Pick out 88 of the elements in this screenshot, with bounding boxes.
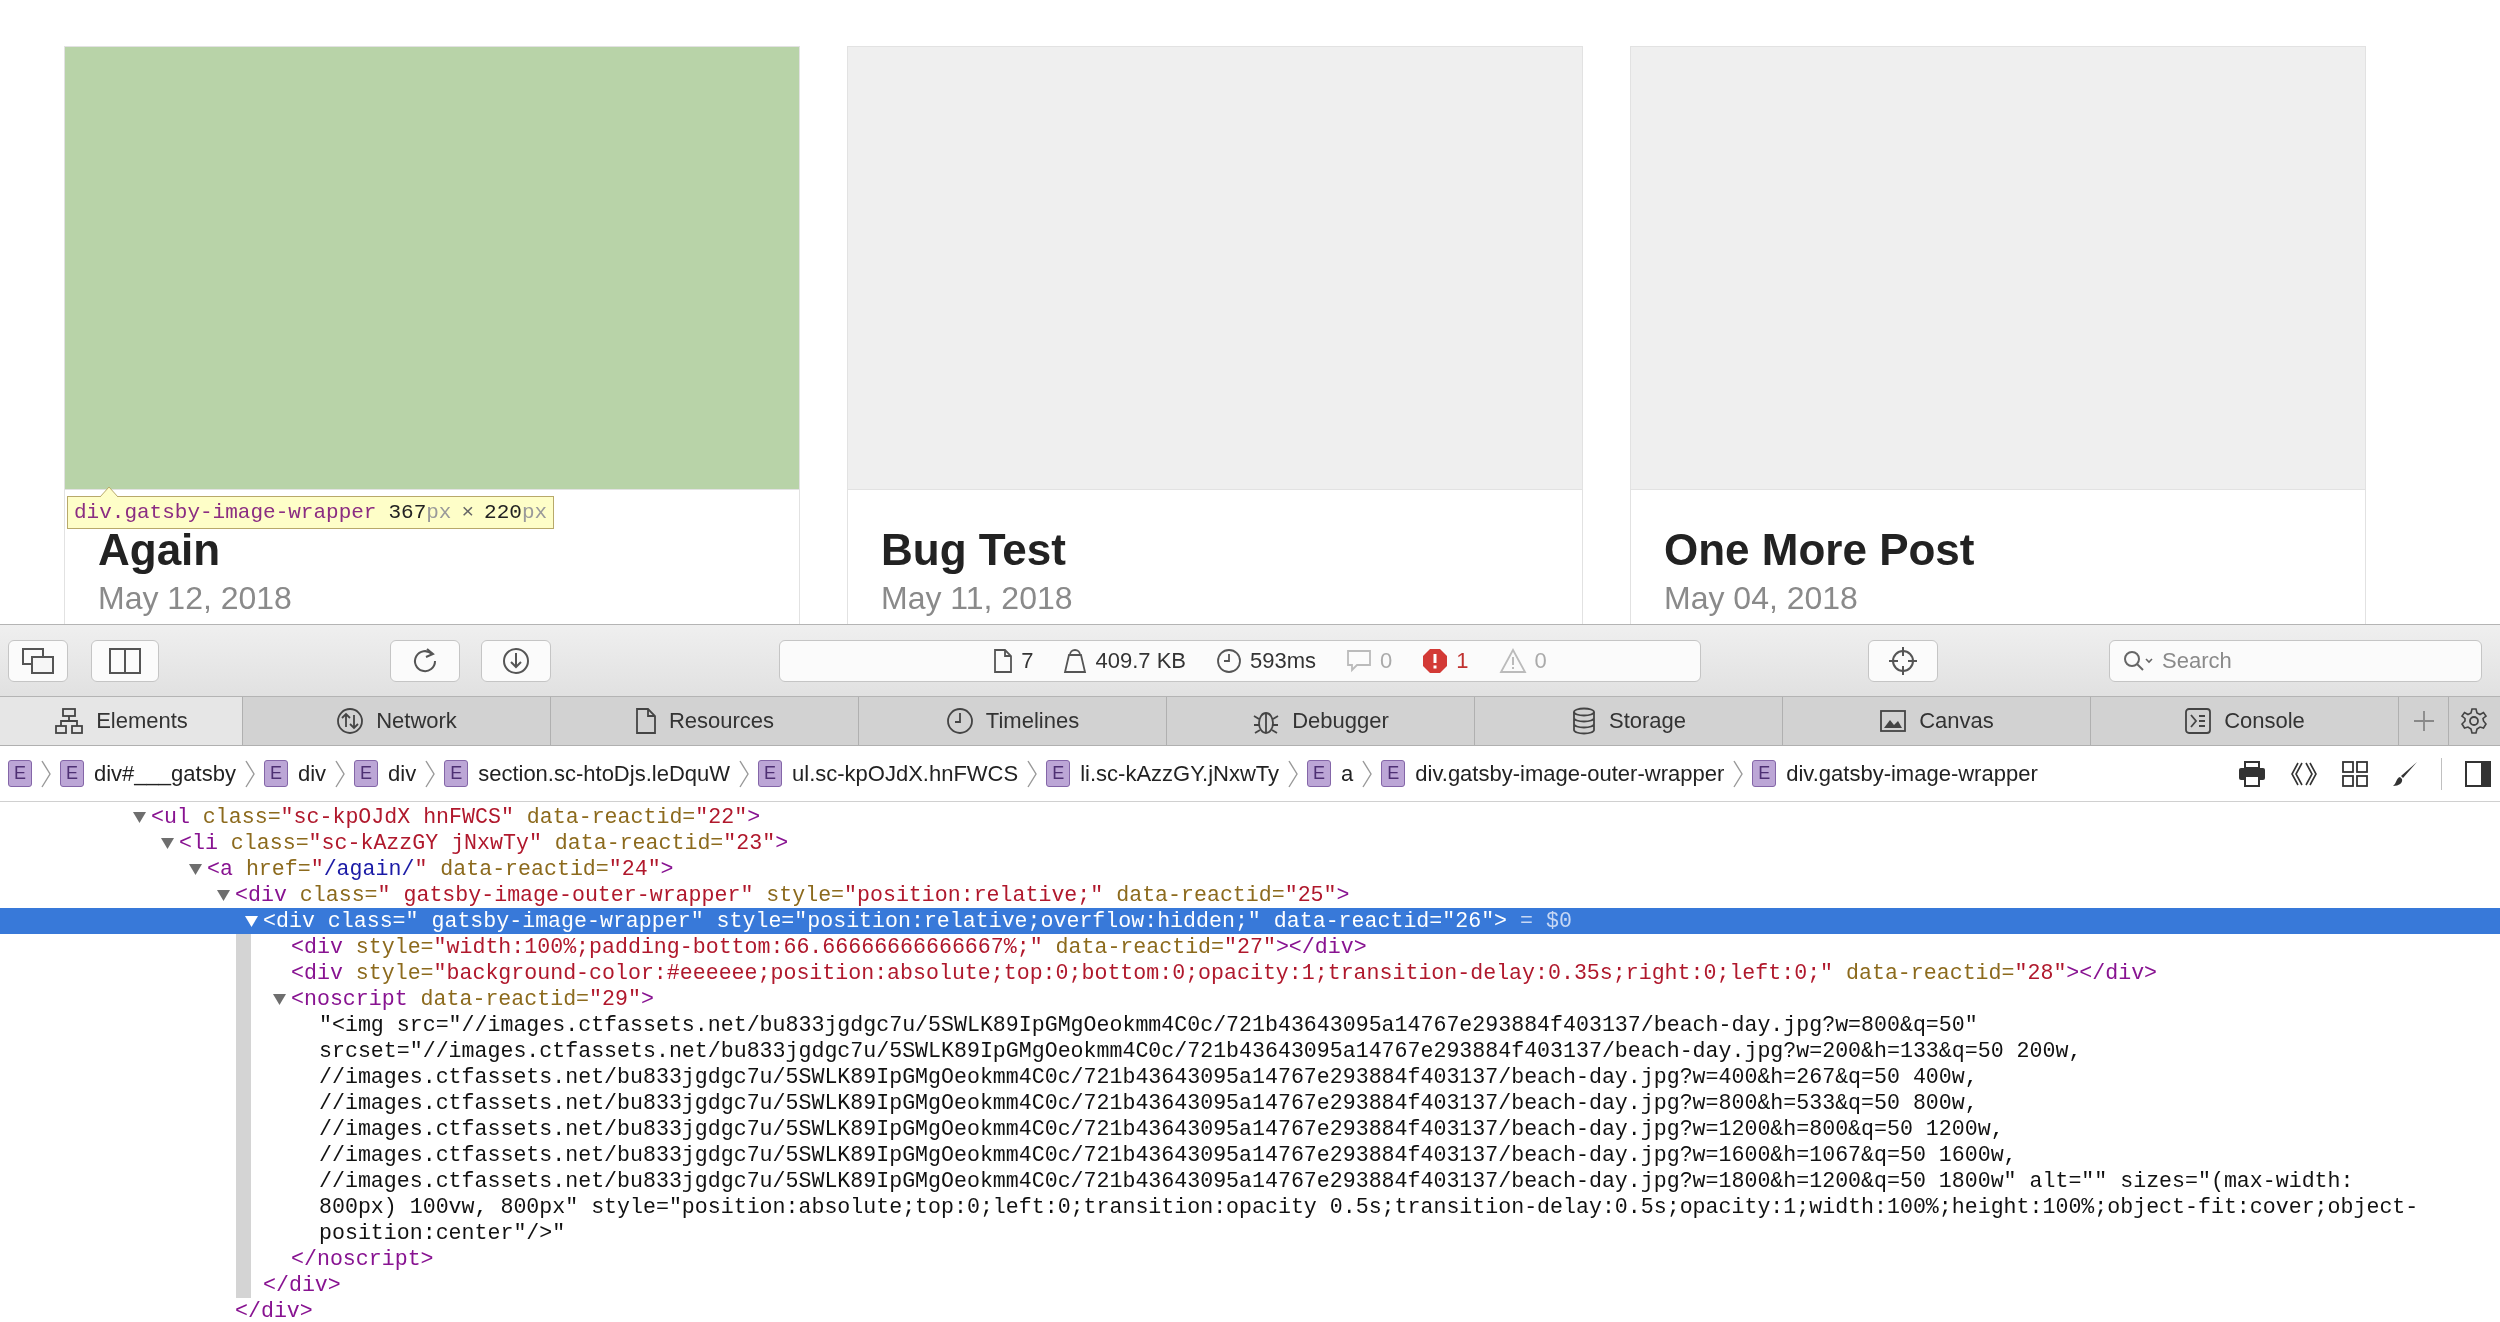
post-date: May 12, 2018 — [98, 578, 292, 618]
tooltip-width: 367 — [388, 500, 427, 526]
disclosure-triangle-icon[interactable] — [188, 862, 203, 876]
image-icon — [1879, 709, 1908, 733]
breadcrumb-item[interactable]: E a — [1307, 760, 1354, 787]
split-view-icon — [108, 646, 142, 675]
element-badge: E — [1307, 760, 1332, 787]
breadcrumb-item[interactable]: E div — [263, 760, 326, 787]
post-card[interactable]: One More Post May 04, 2018 — [1630, 46, 2366, 624]
element-badge: E — [1752, 760, 1777, 787]
database-icon — [1570, 707, 1597, 735]
disclosure-triangle-icon[interactable] — [216, 888, 231, 902]
grid-icon[interactable] — [2341, 759, 2369, 788]
chevron-icon — [1732, 758, 1745, 789]
download-icon — [501, 645, 531, 676]
breadcrumb-item[interactable]: E section.sc-htoDjs.leDquW — [444, 760, 730, 787]
crosshair-icon — [1887, 644, 1919, 677]
disclosure-triangle-icon[interactable] — [272, 992, 287, 1006]
disclosure-triangle-icon[interactable] — [244, 914, 259, 928]
post-date: May 04, 2018 — [1664, 578, 1858, 618]
element-badge: E — [263, 760, 288, 787]
undock-button[interactable] — [8, 639, 68, 682]
element-badge: E — [1381, 760, 1406, 787]
error-icon — [1422, 647, 1449, 674]
printer-icon[interactable] — [2237, 759, 2267, 788]
breadcrumb-item[interactable]: E div.gatsby-image-outer-wrapper — [1381, 760, 1725, 787]
chevron-icon — [243, 758, 256, 789]
plus-icon — [2411, 709, 2436, 733]
reload-button[interactable] — [390, 639, 460, 682]
chevron-icon — [40, 758, 52, 789]
settings-icon — [2460, 707, 2488, 735]
resources-stat[interactable]: 7 — [993, 647, 1034, 674]
post-card[interactable]: Bug Test May 11, 2018 — [847, 46, 1583, 624]
clock-icon — [1216, 647, 1242, 674]
element-badge: E — [60, 760, 84, 787]
search-box[interactable]: Search — [2109, 639, 2482, 682]
chevron-icon — [334, 758, 346, 789]
element-badge: E — [444, 760, 469, 787]
errors-stat[interactable]: 1 — [1422, 647, 1469, 674]
post-title[interactable]: One More Post — [1664, 524, 1975, 577]
breadcrumb-item[interactable]: E li.sc-kAzzGY.jNxwTy — [1046, 760, 1280, 787]
inspect-button[interactable] — [1868, 639, 1938, 682]
search-icon — [2122, 648, 2156, 673]
warning-icon — [1498, 647, 1527, 674]
breadcrumb-item[interactable]: E — [8, 760, 32, 787]
post-title[interactable]: Bug Test — [881, 524, 1066, 577]
disclosure-triangle-icon[interactable] — [132, 810, 147, 824]
download-button[interactable] — [481, 639, 551, 682]
closing-tag: </div> — [0, 1298, 2500, 1322]
panel-tab[interactable]: Elements — [0, 697, 243, 745]
disclosure-triangle-icon[interactable] — [160, 836, 175, 850]
dom-node-line[interactable]: <li class="sc-kAzzGY jNxwTy" data-reactid="23"> — [0, 830, 2500, 856]
post-date: May 11, 2018 — [881, 578, 1073, 618]
time-stat[interactable]: 593ms — [1216, 647, 1317, 674]
clock-icon — [945, 707, 974, 735]
chevron-icon — [1361, 758, 1374, 789]
dom-node-line[interactable]: <a href="/again/" data-reactid="24"> — [0, 856, 2500, 882]
document-icon — [634, 707, 657, 735]
chevron-icon — [424, 758, 437, 789]
sidebar-toggle-icon[interactable] — [2464, 759, 2492, 788]
element-badge: E — [1046, 760, 1071, 787]
windows-icon — [21, 646, 55, 675]
size-stat[interactable]: 409.7 KB — [1063, 647, 1186, 674]
dom-node-line[interactable]: <ul class="sc-kpOJdX hnFWCS" data-reactid="22"> — [0, 804, 2500, 830]
element-badge: E — [354, 760, 378, 787]
breadcrumb-item[interactable]: E div — [354, 760, 417, 787]
dock-side-button[interactable] — [91, 639, 159, 682]
breadcrumb-item[interactable]: E ul.sc-kpOJdX.hnFWCS — [758, 760, 1019, 787]
speech-bubble-icon — [1346, 647, 1373, 674]
tooltip-height: 220 — [484, 500, 522, 526]
document-icon — [993, 647, 1014, 674]
chevron-icon — [1287, 758, 1300, 789]
tooltip-unit: px — [521, 500, 548, 526]
breadcrumb-item[interactable]: E div#___gatsby — [60, 760, 236, 787]
breadcrumb-item[interactable]: E div.gatsby-image-wrapper — [1752, 760, 2038, 787]
element-badge: E — [758, 760, 782, 787]
dom-node-line[interactable]: <div class=" gatsby-image-outer-wrapper" style="position:relative;" data-reactid="25"> — [0, 882, 2500, 908]
terminal-icon — [2184, 707, 2213, 735]
tooltip-unit: px — [426, 500, 452, 526]
chevron-icon — [738, 758, 750, 789]
chevron-icon — [1026, 758, 1039, 789]
tooltip-selector: div.gatsby-image-wrapper — [74, 500, 377, 526]
brush-icon[interactable] — [2391, 759, 2419, 788]
hierarchy-icon — [54, 707, 85, 735]
weight-icon — [1063, 647, 1088, 674]
arrows-icon — [336, 707, 365, 735]
tooltip-times: × — [461, 500, 475, 526]
search-field[interactable]: Search — [2160, 646, 2464, 675]
